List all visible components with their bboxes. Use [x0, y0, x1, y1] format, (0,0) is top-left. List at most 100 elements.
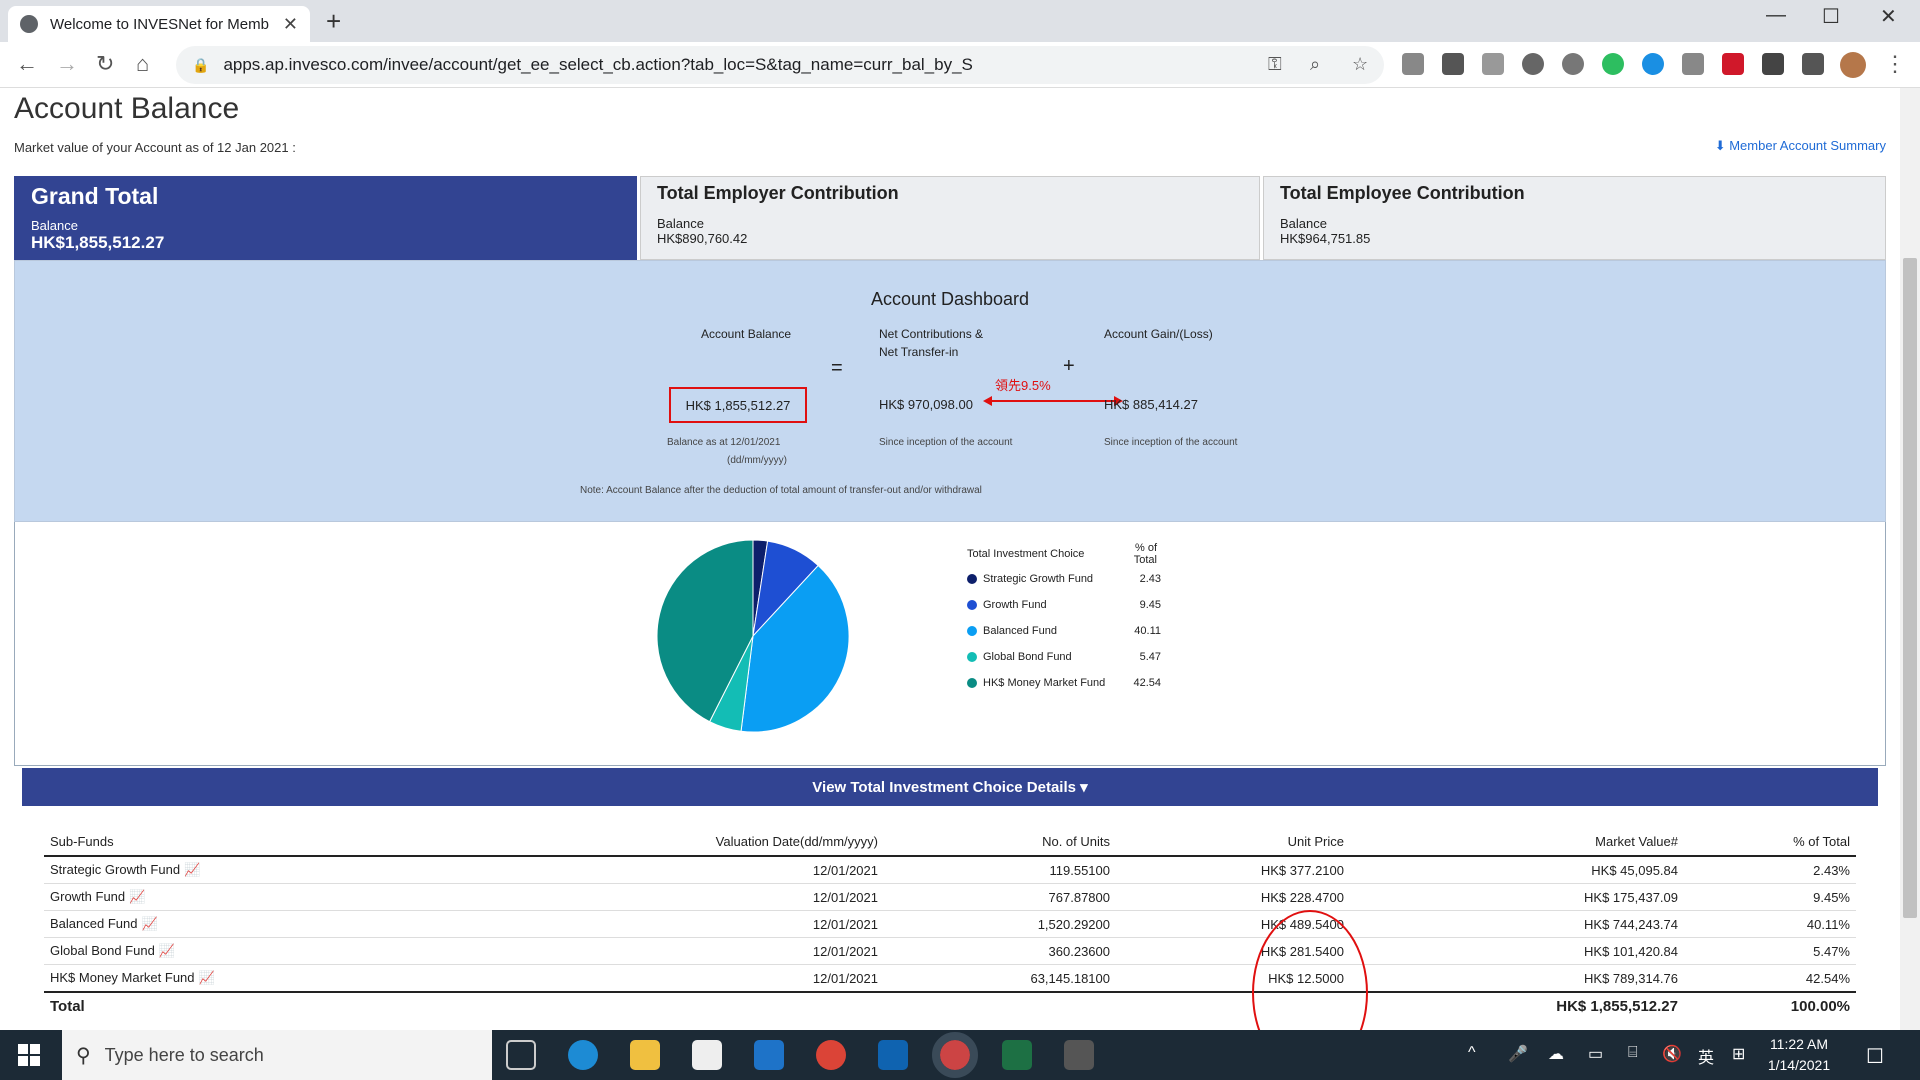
employee-contribution-card[interactable]: Total Employee Contribution Balance HK$9… [1263, 176, 1886, 260]
card-title: Total Employer Contribution [657, 183, 899, 203]
unit-price-cell: HK$ 228.4700 [1116, 883, 1350, 911]
line-chart-icon[interactable]: 📈 [141, 916, 157, 932]
excel-icon[interactable] [1002, 1040, 1032, 1070]
tray-chevron-icon[interactable]: ^ [1468, 1044, 1476, 1062]
ime-mode-icon[interactable]: ⊞ [1732, 1044, 1745, 1064]
member-account-summary-link[interactable]: ⬇ Member Account Summary [1715, 138, 1886, 154]
chat-extension-icon[interactable] [1642, 53, 1664, 75]
plus-sign: + [1063, 355, 1075, 377]
clock-date: 1/14/2021 [1767, 1057, 1831, 1073]
table-header-row: Sub-Funds Valuation Date(dd/mm/yyyy) No.… [44, 828, 1856, 857]
table-row: Strategic Growth Fund 📈 12/01/2021 119.5510… [44, 856, 1856, 884]
cell-text: 63,145.18100 [1030, 970, 1110, 986]
red-extension-icon[interactable] [1722, 53, 1744, 75]
card-title: Total Employee Contribution [1280, 183, 1525, 203]
cell-text: 9.45% [1813, 889, 1850, 905]
page-scrollbar[interactable] [1900, 88, 1920, 1030]
pocket-icon[interactable] [1762, 53, 1784, 75]
valuation-date-cell: 12/01/2021 [484, 856, 884, 884]
download-icon: ⬇ [1714, 138, 1730, 153]
maximize-button[interactable]: ☐ [1822, 4, 1840, 29]
extensions-icon[interactable] [1802, 53, 1824, 75]
employer-contribution-card[interactable]: Total Employer Contribution Balance HK$8… [640, 176, 1260, 260]
notification-icon[interactable]: ☐ [1866, 1044, 1884, 1069]
fund-name-cell[interactable]: Growth Fund 📈 [44, 883, 484, 911]
lock-icon[interactable]: 🔒 [192, 57, 209, 74]
fund-name-cell[interactable]: Strategic Growth Fund 📈 [44, 856, 484, 884]
tab-close-icon[interactable]: ✕ [283, 14, 298, 35]
browser-tab[interactable]: Welcome to INVESNet for Memb ✕ [8, 6, 310, 42]
line-chart-icon[interactable]: 📈 [159, 943, 175, 959]
close-window-button[interactable]: ✕ [1880, 4, 1897, 29]
chrome-icon[interactable] [816, 1040, 846, 1070]
fund-name-cell[interactable]: Balanced Fund 📈 [44, 910, 484, 938]
legend-label: Growth Fund [983, 599, 1047, 611]
extension-office-icon[interactable] [1482, 53, 1504, 75]
network-icon[interactable]: ⌸ [1628, 1044, 1638, 1062]
puzzle-extension-icon[interactable] [1682, 53, 1704, 75]
legend-swatch [967, 652, 977, 662]
col-pct-total: % of Total [1684, 828, 1856, 857]
star-icon[interactable]: ☆ [1352, 54, 1368, 75]
outlook-icon[interactable] [878, 1040, 908, 1070]
file-explorer-icon[interactable] [630, 1040, 660, 1070]
line-chart-icon[interactable]: 📈 [199, 970, 215, 986]
edge-browser-icon[interactable] [568, 1040, 598, 1070]
legend-swatch [967, 574, 977, 584]
windows-start-icon[interactable] [18, 1044, 40, 1066]
table-row: Balanced Fund 📈 12/01/2021 1,520.29200 HK$ 4… [44, 910, 1856, 938]
battery-icon[interactable]: ▭ [1588, 1044, 1603, 1064]
col-unit-price: Unit Price [1116, 828, 1350, 857]
new-tab-button[interactable]: + [326, 6, 341, 37]
extension-c-icon[interactable] [1442, 53, 1464, 75]
calculator-icon[interactable] [1064, 1040, 1094, 1070]
cell-text: HK$ 228.4700 [1260, 889, 1344, 905]
cell-text: 360.23600 [1048, 943, 1110, 959]
dashboard-title: Account Dashboard [870, 289, 1030, 309]
forward-arrow-icon[interactable]: → [56, 51, 78, 77]
extension-b-icon[interactable] [1402, 53, 1424, 75]
account-gain-label: Account Gain/(Loss) [1104, 327, 1213, 341]
legend-item: Global Bond Fund 5.47 [967, 644, 1161, 670]
ime-language[interactable]: 英 [1698, 1044, 1714, 1068]
profile-avatar[interactable] [1840, 52, 1866, 78]
minimize-button[interactable]: — [1766, 4, 1786, 27]
legend-swatch [967, 600, 977, 610]
taskbar-search[interactable]: ⚲ Type here to search [62, 1030, 492, 1080]
url-text[interactable]: apps.ap.invesco.com/invee/account/get_ee… [223, 55, 972, 75]
extension-reel-icon[interactable] [1522, 53, 1544, 75]
evernote-icon[interactable] [1602, 53, 1624, 75]
reload-icon[interactable]: ↻ [96, 51, 114, 77]
mail-icon[interactable] [754, 1040, 784, 1070]
microphone-icon[interactable]: 🎤 [1508, 1044, 1528, 1064]
extension-circle-icon[interactable] [1562, 53, 1584, 75]
key-icon[interactable]: ⚿ [1268, 54, 1282, 75]
grand-total-card[interactable]: Grand Total Balance HK$1,855,512.27 [14, 176, 637, 260]
task-view-icon[interactable] [506, 1040, 536, 1070]
back-arrow-icon[interactable]: ← [16, 51, 38, 77]
view-details-button[interactable]: View Total Investment Choice Details ▾ [22, 768, 1878, 806]
card-label: Balance [1280, 216, 1327, 231]
chrome-active-icon[interactable] [932, 1032, 978, 1078]
fund-name-cell[interactable]: Global Bond Fund 📈 [44, 937, 484, 965]
zoom-icon[interactable]: ⌕ [1310, 54, 1320, 75]
fund-name-cell[interactable]: HK$ Money Market Fund 📈 [44, 964, 484, 993]
menu-dots-icon[interactable]: ⋮ [1884, 51, 1906, 77]
taskbar-clock[interactable]: 11:22 AM 1/14/2021 [1754, 1034, 1844, 1076]
store-icon[interactable] [692, 1040, 722, 1070]
line-chart-icon[interactable]: 📈 [184, 862, 200, 878]
address-bar[interactable]: 🔒 apps.ap.invesco.com/invee/account/get_… [176, 46, 1384, 84]
table-row: Global Bond Fund 📈 12/01/2021 360.23600 HK$ … [44, 937, 1856, 965]
cell-text: HK$ 377.2100 [1260, 862, 1344, 878]
cell-text: HK$ 101,420.84 [1584, 943, 1678, 959]
onedrive-icon[interactable]: ☁ [1548, 1044, 1564, 1064]
line-chart-icon[interactable]: 📈 [129, 889, 145, 905]
account-dashboard: Account Dashboard Account Balance HK$ 1,… [14, 260, 1886, 522]
table-row: Growth Fund 📈 12/01/2021 767.87800 HK$ 228.4… [44, 883, 1856, 911]
home-icon[interactable]: ⌂ [136, 51, 149, 77]
scrollbar-thumb[interactable] [1903, 258, 1917, 918]
legend-label: Strategic Growth Fund [983, 573, 1094, 585]
card-value: HK$1,855,512.27 [31, 233, 165, 252]
volume-muted-icon[interactable]: 🔇 [1662, 1044, 1682, 1064]
cell-text: 12/01/2021 [812, 916, 878, 932]
